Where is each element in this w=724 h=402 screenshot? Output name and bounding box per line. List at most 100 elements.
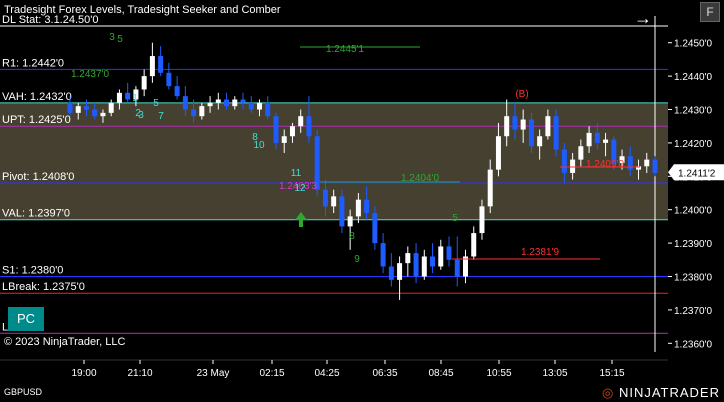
candle-body bbox=[322, 189, 328, 207]
candle-body bbox=[413, 253, 419, 277]
time-tick-label: 15:15 bbox=[599, 368, 624, 379]
seeker-count: 8 bbox=[349, 231, 355, 242]
annotation-label: 1.2445'1 bbox=[326, 44, 364, 55]
candle-body bbox=[166, 72, 172, 87]
seeker-count: 12 bbox=[294, 183, 306, 194]
candle-body bbox=[191, 109, 197, 117]
seeker-count: 7 bbox=[158, 111, 164, 122]
candle-body bbox=[520, 119, 526, 130]
candle-body bbox=[487, 169, 493, 207]
candle-body bbox=[364, 199, 370, 214]
annotation-label: 1.2437'0 bbox=[71, 69, 109, 80]
price-tick-label: 1.2430'0 bbox=[674, 106, 712, 117]
candle-body bbox=[495, 136, 501, 170]
candle-body bbox=[240, 99, 246, 103]
candle-body bbox=[627, 156, 633, 170]
candle-body bbox=[578, 146, 584, 160]
candle-body bbox=[232, 99, 238, 107]
price-tick-label: 1.2450'0 bbox=[674, 39, 712, 50]
candle-body bbox=[388, 266, 394, 280]
candle-body bbox=[92, 109, 98, 117]
level-label: Pivot: 1.2408'0 bbox=[2, 171, 74, 183]
chart-window: DL Stat: 3.1.24.50'0 R1: 1.2442'0 VAH: 1.2… bbox=[0, 0, 724, 402]
time-tick-label: 02:15 bbox=[259, 368, 284, 379]
candle-body bbox=[561, 149, 567, 173]
price-tick-label: 1.2400'0 bbox=[674, 206, 712, 217]
candle-body bbox=[586, 132, 592, 147]
level-label: UPT: 1.2425'0 bbox=[2, 114, 71, 126]
candle-body bbox=[652, 159, 658, 173]
candle-body bbox=[479, 206, 485, 234]
candle-body bbox=[446, 246, 452, 260]
time-tick-label: 08:45 bbox=[428, 368, 453, 379]
candle-body bbox=[528, 119, 534, 147]
seeker-count: 10 bbox=[253, 140, 265, 151]
f-button[interactable]: F bbox=[700, 2, 720, 22]
price-tick-label: 1.2440'0 bbox=[674, 72, 712, 83]
candle-body bbox=[149, 56, 155, 77]
candle-body bbox=[339, 196, 345, 227]
candle-body bbox=[83, 106, 89, 110]
candle-body bbox=[158, 56, 164, 73]
candle-body bbox=[471, 233, 477, 257]
candle-body bbox=[545, 116, 551, 137]
candle-body bbox=[331, 196, 337, 207]
candle-body bbox=[512, 116, 518, 130]
ninjatrader-logo: ◎ NINJATRADER bbox=[602, 385, 720, 401]
candle-body bbox=[421, 256, 427, 277]
time-tick-label: 21:10 bbox=[127, 368, 152, 379]
candle-body bbox=[570, 159, 576, 173]
logo-text: NINJATRADER bbox=[618, 385, 720, 400]
candle-body bbox=[289, 126, 295, 137]
candle-body bbox=[265, 102, 271, 117]
candle-body bbox=[397, 263, 403, 280]
candle-body bbox=[174, 86, 180, 97]
candle-body bbox=[281, 136, 287, 143]
pc-button[interactable]: PC bbox=[8, 307, 44, 331]
candle-body bbox=[355, 199, 361, 217]
candle-body bbox=[537, 136, 543, 147]
price-axis-panel bbox=[668, 0, 724, 380]
annotation-label: 1.2409'0 bbox=[586, 159, 624, 170]
candle-body bbox=[108, 102, 114, 113]
candle-body bbox=[454, 259, 460, 277]
level-label: VAL: 1.2397'0 bbox=[2, 208, 70, 220]
seeker-count: 11 bbox=[291, 168, 302, 179]
level-label: VAH: 1.2432'0 bbox=[2, 91, 72, 103]
candle-body bbox=[438, 246, 444, 267]
candle-body bbox=[298, 116, 304, 127]
candle-body bbox=[100, 112, 106, 117]
price-tick-label: 1.2390'0 bbox=[674, 239, 712, 250]
candle-body bbox=[67, 102, 73, 113]
candle-body bbox=[257, 102, 263, 110]
seeker-count: 3 bbox=[109, 32, 115, 43]
candle-body bbox=[116, 92, 122, 103]
chart-title: Tradesight Forex Levels, Tradesight Seek… bbox=[4, 4, 281, 16]
arrow-right-icon[interactable]: → bbox=[634, 9, 652, 27]
candle-body bbox=[380, 243, 386, 267]
candle-body bbox=[224, 99, 230, 107]
candle-body bbox=[125, 92, 131, 100]
candle-body bbox=[75, 106, 81, 113]
time-tick-label: 04:25 bbox=[314, 368, 339, 379]
instrument-symbol: GBPUSD bbox=[4, 387, 43, 397]
price-tick-label: 1.2360'0 bbox=[674, 339, 712, 350]
candle-body bbox=[553, 116, 559, 150]
seeker-count: 9 bbox=[354, 254, 360, 265]
level-label: LBreak: 1.2375'0 bbox=[2, 281, 85, 293]
price-tick-label: 1.2380'0 bbox=[674, 273, 712, 284]
candle-body bbox=[248, 102, 254, 110]
seeker-count: 5 bbox=[117, 34, 123, 45]
level-label: S1: 1.2380'0 bbox=[2, 265, 63, 277]
candle-body bbox=[215, 99, 221, 103]
price-tick-label: 1.2420'0 bbox=[674, 139, 712, 150]
candle-body bbox=[273, 116, 279, 143]
level-label: R1: 1.2442'0 bbox=[2, 57, 64, 69]
candle-body bbox=[372, 213, 378, 244]
time-tick-label: 06:35 bbox=[372, 368, 397, 379]
candle-body bbox=[430, 256, 436, 267]
time-tick-label: 23 May bbox=[197, 368, 230, 379]
candle-body bbox=[405, 253, 411, 264]
time-tick-label: 10:55 bbox=[486, 368, 511, 379]
annotation-label: (B) bbox=[515, 89, 528, 100]
